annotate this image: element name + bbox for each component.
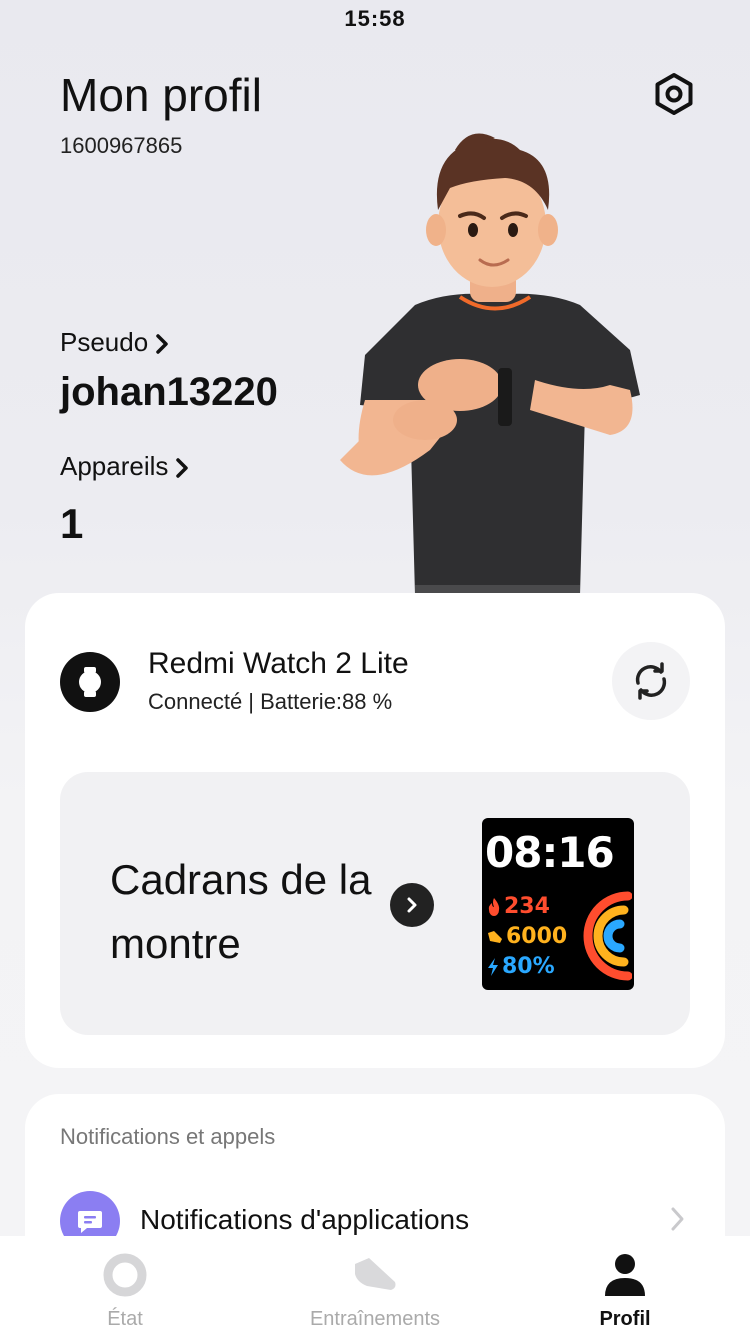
- nickname-value: johan13220: [60, 370, 278, 414]
- watch-device-icon: [60, 652, 120, 712]
- watch-preview-time: 08:16: [485, 828, 615, 877]
- sync-button[interactable]: [612, 642, 690, 720]
- watch-faces-arrow-button[interactable]: [390, 883, 434, 927]
- tab-profil[interactable]: Profil: [500, 1236, 750, 1334]
- calories-value: 234: [504, 894, 550, 919]
- nickname-link[interactable]: Pseudo: [60, 327, 170, 358]
- tab-entrainements-label: Entraînements: [309, 1308, 441, 1330]
- device-card: Redmi Watch 2 Lite Connecté | Batterie:8…: [25, 593, 725, 1068]
- watch-preview-battery: 80%: [486, 954, 555, 979]
- watch-faces-panel[interactable]: Cadrans de la montre 08:16 234 6000 80%: [60, 772, 690, 1035]
- devices-count: 1: [60, 500, 84, 547]
- chevron-right-icon: [671, 1207, 684, 1231]
- settings-hex-icon: [655, 73, 693, 115]
- flame-icon: [488, 897, 500, 916]
- chevron-right-icon: [156, 333, 168, 354]
- chevron-right-icon: [176, 457, 189, 478]
- shoe-icon: [350, 1252, 400, 1298]
- device-status: Connecté | Batterie:88 %: [148, 689, 393, 714]
- chevron-right-icon: [407, 897, 417, 913]
- shoe-icon: [488, 930, 502, 943]
- tab-etat-label: État: [107, 1308, 143, 1330]
- tab-etat[interactable]: État: [0, 1236, 250, 1334]
- lightning-icon: [488, 957, 498, 976]
- bottom-tab-bar: État Entraînements Profil: [0, 1236, 750, 1334]
- notifications-section-title: Notifications et appels: [60, 1124, 276, 1149]
- tab-profil-label: Profil: [599, 1308, 651, 1330]
- avatar-illustration: [340, 133, 640, 595]
- ring-icon: [100, 1252, 150, 1298]
- settings-button[interactable]: [648, 68, 700, 120]
- tab-entrainements[interactable]: Entraînements: [250, 1236, 500, 1334]
- page-title: Mon profil: [60, 69, 262, 121]
- person-icon: [600, 1252, 650, 1298]
- devices-label: Appareils: [60, 451, 169, 481]
- watch-preview-calories: 234: [486, 894, 550, 919]
- device-name: Redmi Watch 2 Lite: [148, 647, 409, 680]
- watch-face-preview: 08:16 234 6000 80%: [482, 818, 634, 990]
- nickname-label: Pseudo: [60, 327, 149, 357]
- user-id: 1600967865: [60, 133, 183, 158]
- sync-icon: [635, 662, 667, 700]
- activity-rings-icon: [583, 891, 632, 981]
- battery-value: 80%: [502, 954, 555, 979]
- watch-preview-steps: 6000: [486, 924, 567, 949]
- devices-link[interactable]: Appareils: [60, 451, 190, 482]
- app-notifications-label: Notifications d'applications: [140, 1204, 470, 1235]
- status-bar-time: 15:58: [344, 6, 406, 31]
- steps-value: 6000: [506, 924, 568, 949]
- watch-faces-title: Cadrans de la montre: [110, 856, 372, 967]
